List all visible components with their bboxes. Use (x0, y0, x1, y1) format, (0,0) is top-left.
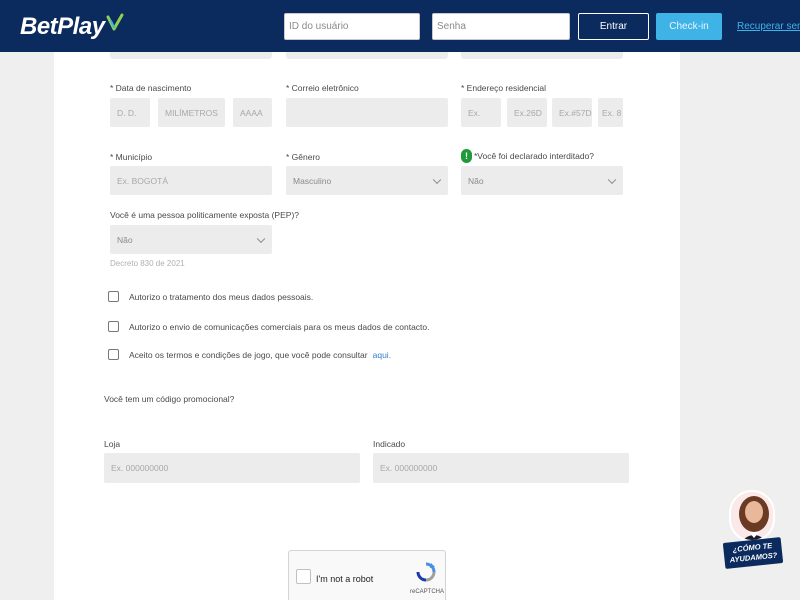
support-agent-avatar (729, 490, 775, 542)
referred-label: Indicado (373, 439, 406, 449)
address-part-field[interactable]: Ex.#57D (552, 98, 592, 127)
email-label: * Correio eletrônico (286, 83, 359, 93)
promo-question: Você tem um código promocional? (104, 394, 235, 404)
gender-select[interactable]: Masculino (286, 166, 448, 195)
help-chat-widget[interactable]: ¿CÓMO TE AYUDAMOS? (722, 490, 784, 570)
address-part-field[interactable]: Ex.26D (507, 98, 547, 127)
store-label: Loja (104, 439, 121, 449)
address-label: * Endereço residencial (461, 83, 547, 93)
recaptcha-brand: reCAPTCHA (410, 589, 445, 595)
referred-code-field[interactable]: Ex. 000000000 (373, 453, 629, 483)
user-id-input[interactable] (284, 13, 420, 40)
consent-text: Autorizo o envio de comunicações comerci… (129, 321, 430, 332)
consent-data-processing[interactable]: Autorizo o tratamento dos meus dados pes… (108, 291, 313, 302)
consent-checkbox[interactable] (108, 349, 119, 360)
consent-checkbox[interactable] (108, 321, 119, 332)
birthdate-label: * Data de nascimento (110, 83, 192, 93)
gender-value: Masculino (293, 175, 332, 186)
login-button[interactable]: Entrar (578, 13, 649, 40)
recaptcha-checkbox[interactable] (296, 569, 311, 584)
checkin-button[interactable]: Check-in (656, 13, 722, 40)
recaptcha-widget: I'm not a robot reCAPTCHA (288, 550, 446, 600)
warning-icon: ! (461, 149, 472, 163)
municipality-field[interactable]: Ex. BOGOTÁ (110, 166, 272, 195)
pep-decree-note: Decreto 830 de 2021 (110, 259, 185, 268)
pep-value: Não (117, 234, 133, 245)
recaptcha-text: I'm not a robot (316, 574, 374, 584)
pep-label: Você é uma pessoa politicamente exposta … (110, 210, 299, 220)
birth-month-field[interactable]: MILÍMETROS (158, 98, 225, 127)
birth-day-field[interactable]: D. D. (110, 98, 150, 127)
betplay-logo[interactable]: BetPlay (20, 12, 124, 42)
agent-portrait-icon (739, 496, 769, 540)
store-code-field[interactable]: Ex. 000000000 (104, 453, 360, 483)
interdicted-value: Não (468, 175, 484, 186)
municipality-label: * Município (110, 152, 153, 162)
interdicted-select[interactable]: Não (461, 166, 623, 195)
consent-checkbox[interactable] (108, 291, 119, 302)
recaptcha-logo-icon (416, 562, 436, 582)
chevron-down-icon (432, 175, 442, 184)
consent-commercial[interactable]: Autorizo o envio de comunicações comerci… (108, 321, 430, 332)
gender-label: * Gênero (286, 152, 321, 162)
consent-text: Autorizo o tratamento dos meus dados pes… (129, 291, 314, 302)
interdicted-label: *Você foi declarado interditado? (474, 151, 595, 161)
logo-check-icon (106, 13, 124, 31)
logo-text: BetPlay (20, 13, 105, 40)
field-stub[interactable] (110, 52, 272, 59)
top-navigation-bar: BetPlay Entrar Check-in Recuperar senha (0, 0, 800, 52)
field-stub[interactable] (461, 52, 623, 59)
consent-text: Aceito os termos e condições de jogo, qu… (129, 349, 368, 360)
terms-link[interactable]: aqui. (373, 350, 391, 360)
email-field[interactable] (286, 98, 448, 127)
pep-select[interactable]: Não (110, 225, 272, 254)
field-stub[interactable] (286, 52, 448, 59)
help-label: ¿CÓMO TE AYUDAMOS? (722, 537, 784, 569)
address-part-field[interactable]: Ex. (461, 98, 501, 127)
password-input[interactable] (432, 13, 570, 40)
birth-year-field[interactable]: AAAA (233, 98, 272, 127)
chevron-down-icon (256, 234, 266, 243)
chevron-down-icon (607, 175, 617, 184)
address-part-field[interactable]: Ex. 8 (598, 98, 623, 127)
recover-password-link[interactable]: Recuperar senha (737, 21, 800, 32)
consent-terms[interactable]: Aceito os termos e condições de jogo, qu… (108, 349, 391, 360)
